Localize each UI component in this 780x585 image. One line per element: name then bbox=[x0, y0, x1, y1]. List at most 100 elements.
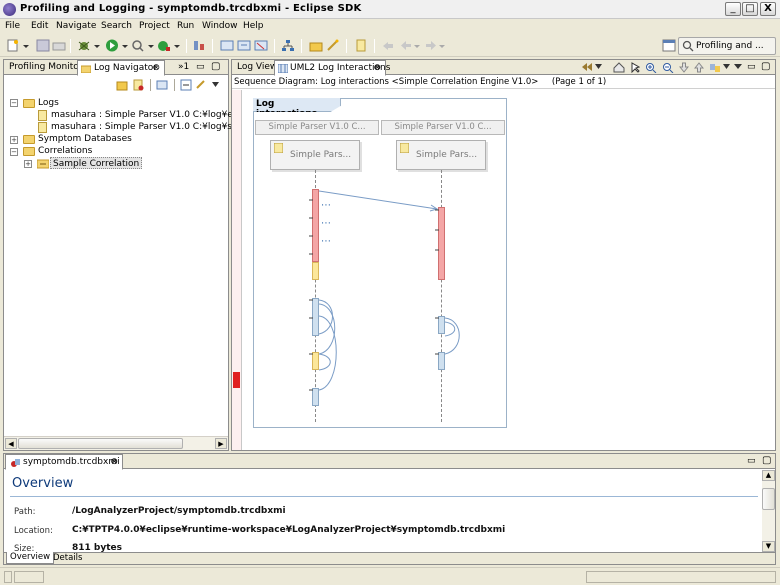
navigator-hscrollbar[interactable]: ◀ ▶ bbox=[4, 436, 228, 450]
minimize-view-icon[interactable]: ▭ bbox=[196, 62, 205, 72]
lifeline-object[interactable]: Simple Pars... bbox=[396, 140, 486, 170]
open-log-icon[interactable] bbox=[237, 39, 251, 52]
activation-bar[interactable] bbox=[438, 316, 445, 334]
attach-agent-icon[interactable] bbox=[192, 39, 206, 52]
link-icon[interactable] bbox=[156, 79, 168, 91]
tree-item-sample-correlation[interactable]: Sample Correlation bbox=[50, 157, 143, 169]
maximize-view-icon[interactable]: ▢ bbox=[211, 61, 220, 72]
scroll-right-icon[interactable]: ▶ bbox=[215, 438, 227, 449]
tree-expander[interactable]: − bbox=[10, 148, 18, 156]
activation-bar[interactable] bbox=[312, 298, 319, 336]
import-icon[interactable] bbox=[116, 79, 128, 91]
dropdown-icon[interactable] bbox=[121, 39, 129, 52]
previous-page-icon[interactable] bbox=[581, 62, 593, 73]
overview-viewport-marker[interactable] bbox=[233, 372, 240, 388]
lifeline-header[interactable]: Simple Parser V1.0 C... bbox=[255, 120, 379, 135]
maximize-button[interactable]: □ bbox=[742, 2, 758, 16]
activation-bar[interactable] bbox=[312, 352, 319, 370]
annotation-icon[interactable] bbox=[354, 39, 368, 52]
dropdown-icon[interactable] bbox=[147, 39, 155, 52]
link-with-editor-icon[interactable] bbox=[195, 79, 207, 91]
menu-run[interactable]: Run bbox=[177, 21, 194, 31]
dropdown-icon[interactable] bbox=[22, 39, 30, 52]
select-icon[interactable] bbox=[630, 62, 640, 73]
dropdown-icon[interactable] bbox=[93, 39, 101, 52]
menu-help[interactable]: Help bbox=[243, 21, 264, 31]
menu-file[interactable]: File bbox=[5, 21, 20, 31]
arrow-down-icon[interactable] bbox=[679, 62, 689, 73]
lifeline-header[interactable]: Simple Parser V1.0 C... bbox=[381, 120, 505, 135]
save-icon[interactable] bbox=[36, 39, 50, 52]
hscroll-thumb[interactable] bbox=[18, 438, 183, 449]
filter-log-icon[interactable] bbox=[254, 39, 268, 52]
tab-log-navigator[interactable]: Log Navigator ⊗ bbox=[77, 60, 165, 76]
filter-icon[interactable] bbox=[132, 79, 144, 91]
zoom-in-icon[interactable] bbox=[645, 62, 657, 73]
overflow-tabs-icon[interactable]: »1 bbox=[178, 62, 189, 72]
activation-bar[interactable] bbox=[438, 207, 445, 280]
perspective-profiling-button[interactable]: Profiling and ... bbox=[678, 37, 776, 55]
tab-profiling-monitor[interactable]: Profiling Monitor bbox=[5, 60, 86, 75]
new-icon[interactable] bbox=[6, 39, 20, 52]
close-tab-icon[interactable]: ⊗ bbox=[110, 457, 118, 467]
minimize-view-icon[interactable]: ▭ bbox=[747, 62, 756, 72]
close-tab-icon[interactable]: ⊗ bbox=[373, 63, 381, 73]
tree-expander[interactable]: + bbox=[24, 160, 32, 168]
external-tools-icon[interactable] bbox=[157, 39, 171, 52]
menu-window[interactable]: Window bbox=[202, 21, 238, 31]
dropdown-icon[interactable] bbox=[595, 64, 602, 70]
filters-icon[interactable] bbox=[709, 62, 721, 73]
profile-icon[interactable] bbox=[131, 39, 145, 52]
tree-item-symptom-databases[interactable]: Symptom Databases bbox=[38, 133, 132, 145]
tree-expander[interactable]: + bbox=[10, 136, 18, 144]
last-edit-icon[interactable] bbox=[381, 39, 395, 52]
sequence-diagram-canvas[interactable]: Log interactions Simple Parser V1.0 C...… bbox=[242, 90, 775, 450]
activation-bar[interactable] bbox=[312, 189, 319, 262]
home-icon[interactable] bbox=[613, 62, 625, 73]
subtab-overview[interactable]: Overview bbox=[6, 552, 55, 564]
vscroll-thumb[interactable] bbox=[762, 488, 775, 510]
tree-expander[interactable]: − bbox=[10, 99, 18, 107]
dropdown-icon[interactable] bbox=[413, 39, 421, 52]
minimize-view-icon[interactable]: ▭ bbox=[747, 456, 756, 466]
activation-bar[interactable] bbox=[312, 262, 319, 280]
menu-edit[interactable]: Edit bbox=[31, 21, 48, 31]
forward-icon[interactable] bbox=[424, 39, 438, 52]
tab-uml2-log-interactions[interactable]: UML2 Log Interactions ⊗ bbox=[274, 60, 390, 76]
tab-symptomdb[interactable]: symptomdb.trcdbxmi ⊗ bbox=[5, 454, 123, 470]
tree-item-correlations[interactable]: Correlations bbox=[38, 145, 92, 157]
view-menu-icon[interactable] bbox=[211, 81, 220, 89]
menu-project[interactable]: Project bbox=[139, 21, 170, 31]
maximize-view-icon[interactable]: ▢ bbox=[762, 455, 771, 466]
dropdown-icon[interactable] bbox=[438, 39, 446, 52]
tree-item-logs[interactable]: Logs bbox=[38, 97, 59, 109]
scroll-down-icon[interactable]: ▼ bbox=[762, 541, 775, 552]
print-icon[interactable] bbox=[52, 39, 66, 52]
collapse-all-icon[interactable] bbox=[180, 79, 192, 91]
run-icon[interactable] bbox=[105, 39, 119, 52]
zoom-out-icon[interactable] bbox=[662, 62, 674, 73]
open-perspective-icon[interactable] bbox=[662, 39, 676, 52]
maximize-view-icon[interactable]: ▢ bbox=[761, 61, 770, 72]
back-icon[interactable] bbox=[399, 39, 413, 52]
dropdown-icon[interactable] bbox=[173, 39, 181, 52]
close-tab-icon[interactable]: ⊗ bbox=[152, 63, 160, 73]
overview-vscrollbar[interactable]: ▲ ▼ bbox=[762, 470, 775, 552]
hierarchy-icon[interactable] bbox=[281, 39, 295, 52]
scroll-left-icon[interactable]: ◀ bbox=[5, 438, 17, 449]
subtab-details[interactable]: Details bbox=[50, 553, 85, 564]
view-menu-icon[interactable] bbox=[734, 64, 742, 70]
menu-search[interactable]: Search bbox=[101, 21, 132, 31]
menu-navigate[interactable]: Navigate bbox=[56, 21, 96, 31]
close-button[interactable]: X bbox=[760, 2, 776, 16]
open-folder-icon[interactable] bbox=[309, 39, 323, 52]
minimize-button[interactable]: _ bbox=[725, 2, 741, 16]
wand-icon[interactable] bbox=[326, 39, 340, 52]
import-log-icon[interactable] bbox=[220, 39, 234, 52]
dropdown-icon[interactable] bbox=[723, 64, 730, 70]
tree-item-log[interactable]: masuhara : Simple Parser V1.0 C:¥log¥exa… bbox=[51, 109, 258, 121]
activation-bar[interactable] bbox=[312, 388, 319, 406]
activation-bar[interactable] bbox=[438, 352, 445, 370]
debug-icon[interactable] bbox=[77, 39, 91, 52]
scroll-up-icon[interactable]: ▲ bbox=[762, 470, 775, 481]
